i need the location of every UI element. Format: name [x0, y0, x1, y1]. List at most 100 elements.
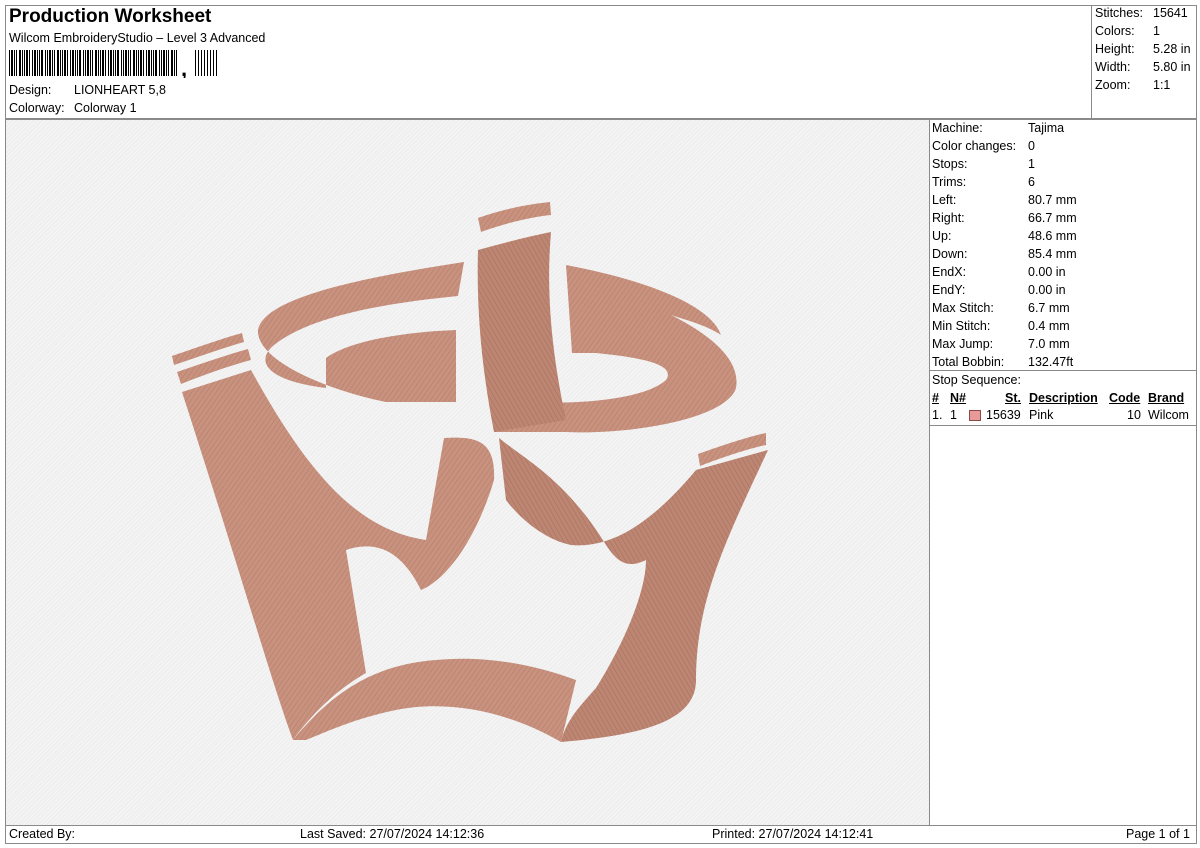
- row-stitches: 15639: [986, 408, 1021, 422]
- barcode-bar: [133, 50, 135, 76]
- row-description: Pink: [1029, 408, 1054, 422]
- barcode-bar: [123, 50, 124, 76]
- barcode-bar: [60, 50, 61, 76]
- property-value: 66.7 mm: [1028, 211, 1077, 225]
- colors-value: 1: [1153, 24, 1160, 38]
- barcode-bar: [121, 50, 122, 76]
- created-by: Created By:: [9, 827, 76, 841]
- col-header-stitches: St.: [1005, 391, 1021, 405]
- property-label: Down:: [932, 247, 968, 261]
- property-value: 80.7 mm: [1028, 193, 1077, 207]
- barcode-bar: [198, 50, 199, 76]
- barcode-bar: [163, 50, 165, 76]
- barcode-bar: [128, 50, 129, 76]
- barcode-bar: [83, 50, 84, 76]
- property-row: Min Stitch: 0.4 mm: [932, 319, 1194, 337]
- col-header-num: #: [932, 391, 939, 405]
- barcode-bar: [87, 50, 89, 76]
- barcode-bar: [100, 50, 101, 76]
- property-label: Color changes:: [932, 139, 1017, 153]
- barcode-bar: [52, 50, 53, 76]
- barcode-bar: [207, 50, 208, 76]
- barcode-bar: [37, 50, 38, 76]
- barcode-bar: [108, 50, 109, 76]
- property-value: 0.00 in: [1028, 265, 1066, 279]
- property-label: Machine:: [932, 121, 983, 135]
- property-label: EndY:: [932, 283, 966, 297]
- property-row: Machine: Tajima: [932, 121, 1194, 139]
- barcode-bar: [64, 50, 66, 76]
- barcode-bar: [176, 50, 177, 76]
- height-label: Height:: [1095, 42, 1135, 56]
- barcode-bar: [14, 50, 15, 76]
- property-row: Max Jump: 7.0 mm: [932, 337, 1194, 355]
- barcode-bar: [57, 50, 59, 76]
- barcode-bar: [113, 50, 114, 76]
- row-code: 10: [1127, 408, 1141, 422]
- property-value: Tajima: [1028, 121, 1065, 135]
- barcode-bar: [148, 50, 150, 76]
- property-label: Max Stitch:: [932, 301, 994, 315]
- barcode-bar: [159, 50, 160, 76]
- property-value: 7.0 mm: [1028, 337, 1070, 351]
- barcode: ,: [9, 50, 217, 78]
- property-label: Total Bobbin:: [932, 355, 1005, 369]
- barcode-bar: [90, 50, 91, 76]
- property-value: 0.4 mm: [1028, 319, 1070, 333]
- design-label: Design:: [9, 83, 52, 97]
- design-value: LIONHEART 5,8: [74, 83, 166, 97]
- width-label: Width:: [1095, 60, 1131, 74]
- barcode-bar: [110, 50, 112, 76]
- barcode-bar: [47, 50, 48, 76]
- property-row: EndY: 0.00 in: [932, 283, 1194, 301]
- stop-sequence-table: Stop Sequence: # N# St. Description Code…: [930, 370, 1196, 426]
- barcode-bar: [153, 50, 154, 76]
- property-row: Stops: 1: [932, 157, 1194, 175]
- col-header-needle: N#: [950, 391, 966, 405]
- barcode-bar: [161, 50, 162, 76]
- barcode-bar: [32, 50, 33, 76]
- property-row: Down: 85.4 mm: [932, 247, 1194, 265]
- printed-date: Printed: 27/07/2024 14:12:41: [712, 827, 874, 841]
- barcode-bar: [22, 50, 23, 76]
- property-label: Right:: [932, 211, 965, 225]
- embroidery-design: [172, 202, 768, 742]
- barcode-bar: [136, 50, 137, 76]
- barcode-comma: ,: [181, 56, 187, 78]
- stop-sequence-title: Stop Sequence:: [932, 373, 1021, 387]
- barcode-bar: [210, 50, 211, 76]
- thread-color-swatch: [969, 410, 981, 421]
- col-header-brand: Brand: [1148, 391, 1185, 405]
- barcode-bar: [34, 50, 36, 76]
- barcode-bar: [204, 50, 205, 76]
- stitches-value: 15641: [1153, 6, 1188, 20]
- barcode-bar: [85, 50, 86, 76]
- barcode-bar: [140, 50, 142, 76]
- row-needle: 1: [950, 408, 957, 422]
- last-saved: Last Saved: 27/07/2024 14:12:36: [300, 827, 485, 841]
- worksheet-title: Production Worksheet: [9, 6, 212, 27]
- barcode-bar: [95, 50, 97, 76]
- property-label: EndX:: [932, 265, 967, 279]
- property-value: 0: [1028, 139, 1035, 153]
- barcode-bar: [9, 50, 10, 76]
- barcode-bar: [79, 50, 81, 76]
- barcode-bar: [67, 50, 68, 76]
- stitches-label: Stitches:: [1095, 6, 1143, 20]
- barcode-bar: [115, 50, 116, 76]
- property-value: 85.4 mm: [1028, 247, 1077, 261]
- design-center-stem: [477, 232, 566, 432]
- design-accent-top: [478, 202, 551, 232]
- width-value: 5.80 in: [1153, 60, 1191, 74]
- colors-label: Colors:: [1095, 24, 1135, 38]
- summary-panel: Stitches: 15641 Colors: 1 Height: 5.28 i…: [1091, 5, 1197, 119]
- property-label: Up:: [932, 229, 952, 243]
- barcode-bar: [49, 50, 51, 76]
- barcode-bar: [201, 50, 202, 76]
- property-value: 48.6 mm: [1028, 229, 1077, 243]
- barcode-bar: [130, 50, 131, 76]
- barcode-bar: [166, 50, 167, 76]
- property-value: 1: [1028, 157, 1035, 171]
- property-label: Stops:: [932, 157, 968, 171]
- barcode-bar: [11, 50, 13, 76]
